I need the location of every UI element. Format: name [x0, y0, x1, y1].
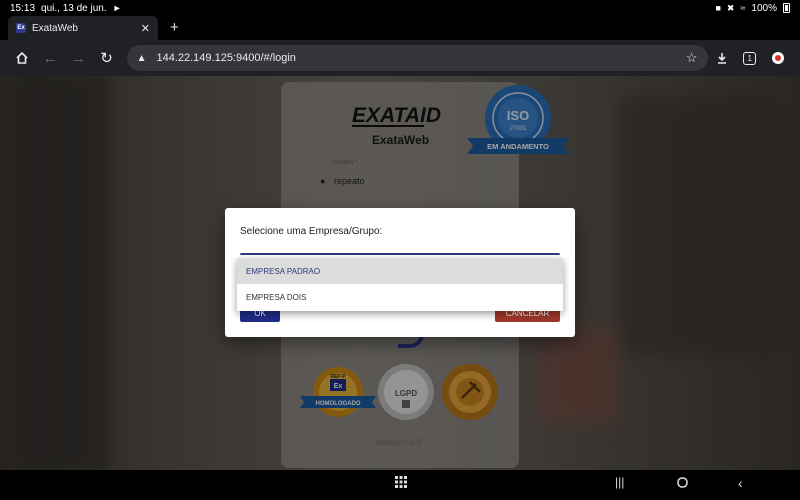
web-page: EXATAID ExataWeb ISO 27001 EM ANDAMENTO … [0, 76, 800, 470]
back-icon[interactable]: ← [36, 43, 64, 73]
tab-count: 1 [743, 51, 757, 65]
not-secure-warning-icon[interactable]: ▲ [137, 53, 147, 64]
tab-title: ExataWeb [32, 22, 78, 34]
new-tab-icon[interactable]: + [170, 19, 179, 36]
company-select-dialog: Selecione uma Empresa/Grupo: OK CANCELAR… [225, 208, 575, 337]
app-drawer-icon[interactable] [395, 475, 407, 491]
company-select[interactable] [240, 253, 560, 255]
url-text[interactable]: 144.22.149.125:9400/#/login [156, 52, 685, 64]
wifi-icon: ≈ [740, 3, 746, 13]
home-icon[interactable] [8, 43, 36, 73]
browser-tab[interactable]: Ex ExataWeb ✕ [8, 16, 158, 40]
battery-icon [783, 3, 790, 13]
address-bar[interactable]: ▲ 144.22.149.125:9400/#/login ☆ [126, 45, 708, 71]
download-icon[interactable] [708, 43, 736, 73]
extension-badge [771, 52, 784, 64]
company-options-list: EMPRESA PADRAO EMPRESA DOIS [237, 258, 563, 311]
option-empresa-padrao[interactable]: EMPRESA PADRAO [237, 258, 563, 284]
screen: 15:13 qui., 13 de jun. ► ■ ✖ ≈ 100% Ex E… [0, 0, 800, 500]
status-time: 15:13 [10, 2, 36, 14]
cast-icon: ► [112, 3, 122, 13]
option-empresa-dois[interactable]: EMPRESA DOIS [237, 284, 563, 310]
tab-switcher-button[interactable]: 1 [736, 43, 764, 73]
recent-apps-icon[interactable]: ||| [615, 475, 624, 489]
extension-icon[interactable] [764, 43, 792, 73]
alarm-icon: ■ [715, 3, 721, 13]
browser-toolbar: ← → ↻ ▲ 144.22.149.125:9400/#/login ☆ 1 [0, 40, 800, 76]
dialog-title: Selecione uma Empresa/Grupo: [240, 226, 383, 237]
system-nav-bar: ||| ‹ [0, 470, 800, 500]
mute-icon: ✖ [726, 2, 735, 13]
back-nav-icon[interactable]: ‹ [738, 475, 743, 491]
exata-favicon-icon: Ex [16, 23, 26, 33]
close-tab-icon[interactable]: ✕ [141, 22, 150, 35]
tab-bar: Ex ExataWeb ✕ + [0, 16, 800, 40]
bookmark-star-icon[interactable]: ☆ [686, 50, 698, 66]
status-date: qui., 13 de jun. [41, 2, 107, 14]
forward-icon[interactable]: → [64, 43, 92, 73]
reload-icon[interactable]: ↻ [92, 43, 120, 73]
home-nav-icon[interactable] [677, 475, 688, 491]
battery-percent: 100% [751, 2, 777, 14]
status-bar: 15:13 qui., 13 de jun. ► ■ ✖ ≈ 100% [0, 0, 800, 16]
